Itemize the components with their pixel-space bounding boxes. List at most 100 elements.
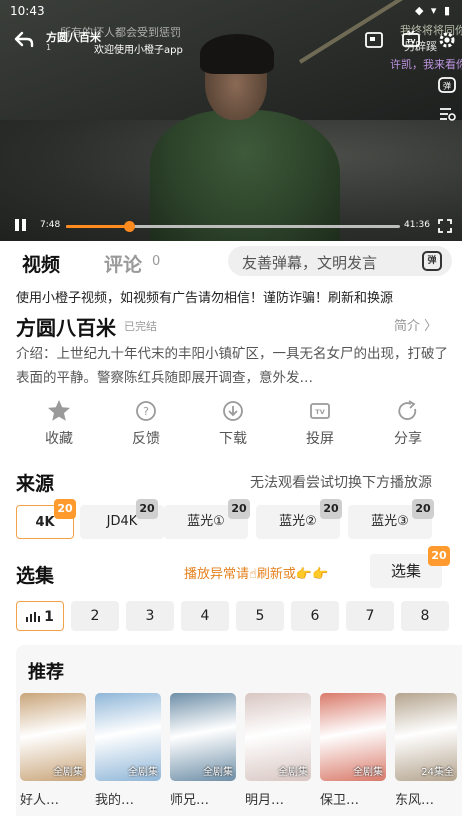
episode-select-label: 选集 (390, 562, 421, 580)
feedback-button[interactable]: ? 反馈 (116, 396, 176, 454)
status-bar: 10:43 ◆ ▾ ▮ (0, 0, 462, 22)
recommend-poster: 全剧集 (95, 693, 161, 781)
player-controls: 7:48 41:36 (0, 214, 462, 238)
download-label: 下载 (219, 431, 247, 447)
recommend-poster: 全剧集 (170, 693, 236, 781)
download-button[interactable]: 下载 (203, 396, 263, 454)
source-badge: 20 (412, 499, 434, 519)
video-player[interactable]: 10:43 ◆ ▾ ▮ 所有的坏人都会受到惩罚 我终将将同你站在一起 另辟蹊 许… (0, 0, 462, 241)
player-welcome-text: 欢迎使用小橙子app (94, 45, 183, 56)
episode-label: 3 (145, 608, 155, 624)
cast-button[interactable]: TV 投屏 (290, 396, 350, 454)
detail-tabs: 视频 评论 0 友善弹幕，文明发言 弹 (0, 244, 462, 282)
episodes-title: 选集 (16, 565, 55, 587)
source-option-label: 蓝光③ (371, 514, 409, 529)
episode-item[interactable]: 6 (291, 601, 339, 631)
settings-icon[interactable] (437, 30, 457, 50)
favorite-label: 收藏 (45, 431, 73, 447)
recommend-caption: 师兄… (170, 793, 210, 808)
progress-fill (66, 225, 130, 228)
episode-item[interactable]: 8 (401, 601, 449, 631)
source-badge: 20 (228, 499, 250, 519)
tab-video[interactable]: 视频 (22, 250, 60, 277)
share-button[interactable]: 分享 (378, 396, 438, 454)
svg-text:TV: TV (407, 39, 416, 46)
poster-tag: 全剧集 (278, 767, 308, 778)
poster-tag: 全剧集 (128, 767, 158, 778)
danmaku-placeholder: 友善弹幕，文明发言 (242, 254, 378, 272)
poster-tag: 全剧集 (203, 767, 233, 778)
episode-item[interactable]: 1 (16, 601, 64, 631)
recommend-caption: 我的… (95, 793, 135, 808)
star-icon (46, 398, 72, 424)
tv-icon[interactable]: TV (401, 30, 421, 50)
recommend-poster: 24集全 (395, 693, 457, 781)
episode-item[interactable]: 2 (71, 601, 119, 631)
episode-label: 7 (365, 608, 375, 624)
feedback-label: 反馈 (132, 431, 160, 447)
player-title: 方圆八百米 (46, 31, 101, 44)
recommend-card[interactable]: 全剧集 明月… (245, 693, 311, 808)
episode-item[interactable]: 7 (346, 601, 394, 631)
cast-icon[interactable] (364, 30, 384, 50)
fullscreen-icon[interactable] (438, 218, 452, 233)
episodes-hint: 播放异常请☝刷新或👉👉 (184, 567, 329, 582)
recommend-card[interactable]: 全剧集 好人… (20, 693, 86, 808)
recommend-title: 推荐 (28, 662, 64, 683)
danmaku-input[interactable]: 友善弹幕，文明发言 弹 (228, 246, 452, 276)
svg-text:弹: 弹 (443, 81, 451, 91)
source-option-label: JD4K (106, 514, 138, 529)
episode-label: 1 (44, 609, 54, 625)
status-time: 10:43 (10, 4, 45, 18)
progress-slider[interactable] (66, 221, 400, 232)
episode-label: 4 (200, 608, 210, 624)
source-badge: 20 (54, 499, 76, 519)
source-badge: 20 (320, 499, 342, 519)
status-icons: ◆ ▾ ▮ (414, 4, 452, 17)
episode-item[interactable]: 5 (236, 601, 284, 631)
recommend-poster: 全剧集 (245, 693, 311, 781)
svg-text:TV: TV (315, 408, 324, 416)
episode-label: 2 (90, 608, 100, 624)
episode-item[interactable]: 4 (181, 601, 229, 631)
danmaku-send-icon[interactable]: 弹 (422, 251, 442, 271)
intro-link[interactable]: 简介 〉 (394, 315, 437, 334)
poster-tag: 24集全 (421, 767, 454, 778)
tab-comment[interactable]: 评论 (104, 250, 142, 277)
back-icon[interactable] (12, 28, 36, 52)
episode-count-badge: 20 (428, 546, 450, 566)
danmaku-settings-icon[interactable] (437, 104, 457, 124)
recommend-caption: 保卫… (320, 793, 360, 808)
recommend-poster: 全剧集 (320, 693, 386, 781)
recommend-card[interactable]: 全剧集 我的… (95, 693, 161, 808)
recommend-caption: 好人… (20, 793, 60, 808)
comment-count: 0 (152, 254, 161, 269)
total-time: 41:36 (404, 220, 430, 230)
feedback-icon: ? (133, 398, 159, 424)
episode-item[interactable]: 3 (126, 601, 174, 631)
share-icon (395, 398, 421, 424)
favorite-button[interactable]: 收藏 (29, 396, 89, 454)
player-episode: 1 (46, 43, 52, 52)
cast-label: 投屏 (306, 431, 334, 447)
svg-text:?: ? (143, 405, 149, 418)
recommend-card[interactable]: 全剧集 师兄… (170, 693, 236, 808)
recommend-card[interactable]: 全剧集 保卫… (320, 693, 386, 808)
share-label: 分享 (394, 431, 422, 447)
recommend-poster: 全剧集 (20, 693, 86, 781)
progress-knob[interactable] (124, 221, 136, 232)
source-option-label: 蓝光① (187, 514, 225, 529)
poster-tag: 全剧集 (353, 767, 383, 778)
video-frame-person (150, 34, 340, 241)
download-icon (220, 398, 246, 424)
pause-icon[interactable] (14, 218, 28, 232)
recommend-card[interactable]: 24集全 东风… (395, 693, 457, 808)
show-intro: 介绍：上世纪九十年代末的丰阳小镇矿区，一具无名女尸的出现，打破了表面的平静。警察… (16, 346, 448, 386)
source-option-label: 蓝光② (279, 514, 317, 529)
episode-label: 8 (420, 608, 430, 624)
danmaku-icon[interactable]: 弹 (437, 75, 457, 95)
source-title: 来源 (16, 473, 55, 495)
poster-tag: 全剧集 (53, 767, 83, 778)
show-status: 已完结 (124, 320, 157, 333)
playing-icon (26, 612, 41, 622)
